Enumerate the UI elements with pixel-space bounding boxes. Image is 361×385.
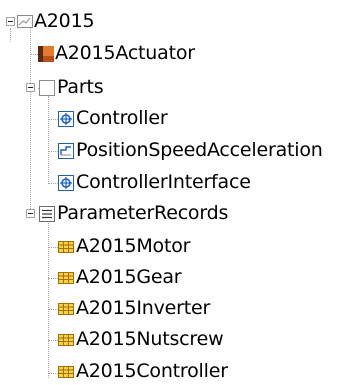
model-icon — [17, 15, 33, 28]
tree-node-actuator[interactable]: A2015Actuator — [0, 40, 240, 67]
tree-node-label: Parts — [57, 76, 104, 98]
tree-node-label: A2015Inverter — [76, 297, 211, 319]
tree-node-label: A2015Nutscrew — [76, 328, 224, 350]
tree-node-a2015-motor[interactable]: A2015Motor — [0, 233, 240, 260]
tree-node-label: ParameterRecords — [57, 202, 229, 224]
folder-icon — [39, 80, 55, 96]
tree-node-position-speed-acceleration[interactable]: PositionSpeedAcceleration — [0, 137, 361, 164]
collapse-toggle[interactable] — [6, 17, 15, 26]
list-icon — [39, 206, 55, 222]
tree-node-label: A2015Actuator — [55, 42, 195, 64]
table-icon — [58, 334, 74, 346]
actuator-block-icon — [38, 46, 54, 62]
tree-node-a2015-inverter[interactable]: A2015Inverter — [0, 295, 240, 322]
table-icon — [58, 303, 74, 315]
tree-node-controller-interface[interactable]: ControllerInterface — [0, 169, 300, 196]
tree-node-a2015-gear[interactable]: A2015Gear — [0, 264, 240, 291]
component-icon — [58, 111, 74, 127]
table-icon — [58, 272, 74, 284]
model-tree: A2015 A2015Actuator Parts Controller Pos… — [0, 0, 361, 382]
collapse-toggle[interactable] — [26, 83, 35, 92]
tree-node-label: A2015Motor — [76, 235, 191, 257]
table-icon — [58, 366, 74, 378]
component-icon — [58, 175, 74, 191]
table-icon — [58, 241, 74, 253]
tree-node-controller[interactable]: Controller — [0, 105, 240, 132]
tree-node-parameter-records[interactable]: ParameterRecords — [0, 200, 280, 227]
tree-node-root[interactable]: A2015 — [0, 8, 160, 35]
tree-node-label: ControllerInterface — [76, 171, 251, 193]
tree-node-label: A2015Gear — [76, 266, 182, 288]
tree-node-parts[interactable]: Parts — [0, 74, 140, 101]
signal-icon — [58, 143, 74, 159]
tree-node-label: Controller — [76, 107, 168, 129]
tree-node-label: A2015 — [34, 10, 95, 32]
tree-node-a2015-nutscrew[interactable]: A2015Nutscrew — [0, 326, 240, 353]
collapse-toggle[interactable] — [26, 209, 35, 218]
tree-node-label: PositionSpeedAcceleration — [76, 139, 323, 161]
